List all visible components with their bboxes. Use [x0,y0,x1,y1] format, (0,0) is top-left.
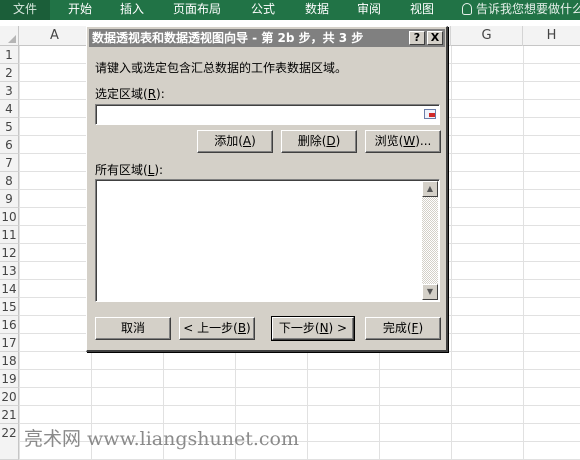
column-header-h[interactable]: H [523,26,580,46]
help-button[interactable]: ? [409,31,425,45]
row-header[interactable]: 15 [0,298,19,316]
row-header[interactable]: 3 [0,82,19,100]
close-button[interactable]: X [427,31,443,45]
back-button[interactable]: < 上一步(B) [179,317,255,340]
tab-page-layout[interactable]: 页面布局 [173,0,221,20]
pivot-wizard-dialog: 数据透视表和数据透视图向导 - 第 2b 步，共 3 步 ? X 请键入或选定包… [86,26,448,352]
tab-data[interactable]: 数据 [305,0,329,20]
tab-file[interactable]: 文件 [0,0,50,20]
row-header[interactable]: 5 [0,118,19,136]
finish-button[interactable]: 完成(F) [365,317,441,340]
all-ranges-label: 所有区域(L): [95,163,164,177]
range-select-icon [424,109,436,119]
row-header[interactable]: 18 [0,352,19,370]
range-label: 选定区域(R): [95,87,165,101]
row-header[interactable]: 22 [0,424,19,460]
tab-home[interactable]: 开始 [68,0,92,20]
row-header[interactable]: 10 [0,208,19,226]
instruction-text: 请键入或选定包含汇总数据的工作表数据区域。 [95,61,348,75]
tab-view[interactable]: 视图 [410,0,434,20]
watermark-text: 亮术网 www.liangshunet.com [24,428,299,450]
tell-me-search[interactable]: 告诉我您想要做什么 [462,0,580,20]
row-header[interactable]: 2 [0,64,19,82]
list-scrollbar[interactable]: ▲ ▼ [422,181,438,300]
tab-review[interactable]: 审阅 [357,0,381,20]
row-header[interactable]: 20 [0,388,19,406]
tab-insert[interactable]: 插入 [120,0,144,20]
row-header[interactable]: 17 [0,334,19,352]
row-header[interactable]: 4 [0,100,19,118]
dialog-titlebar[interactable]: 数据透视表和数据透视图向导 - 第 2b 步，共 3 步 ? X [89,29,445,47]
ribbon-tab-bar: 文件 开始 插入 页面布局 公式 数据 审阅 视图 告诉我您想要做什么 [0,0,580,20]
row-header[interactable]: 9 [0,190,19,208]
scroll-up-icon[interactable]: ▲ [422,181,438,197]
column-header-g[interactable]: G [451,26,523,46]
tell-me-text: 告诉我您想要做什么 [476,2,580,16]
lightbulb-icon [462,3,472,15]
row-header[interactable]: 16 [0,316,19,334]
row-header[interactable]: 12 [0,244,19,262]
row-header[interactable]: 11 [0,226,19,244]
dialog-title: 数据透视表和数据透视图向导 - 第 2b 步，共 3 步 [92,31,364,45]
row-header[interactable]: 1 [0,46,19,64]
row-header[interactable]: 6 [0,136,19,154]
row-header[interactable]: 7 [0,154,19,172]
row-header[interactable]: 8 [0,172,19,190]
delete-button[interactable]: 删除(D) [281,130,357,153]
next-button[interactable]: 下一步(N) > [271,316,355,341]
row-header[interactable]: 21 [0,406,19,424]
tab-formulas[interactable]: 公式 [251,0,275,20]
column-header-a[interactable]: A [19,26,91,46]
row-header[interactable]: 14 [0,280,19,298]
cancel-button[interactable]: 取消 [95,317,171,340]
row-header[interactable]: 13 [0,262,19,280]
browse-button[interactable]: 浏览(W)... [365,130,441,153]
scroll-down-icon[interactable]: ▼ [422,284,438,300]
row-header[interactable]: 19 [0,370,19,388]
add-button[interactable]: 添加(A) [197,130,273,153]
select-all-corner[interactable] [0,26,19,46]
all-ranges-list[interactable]: ▲ ▼ [95,179,440,302]
collapse-dialog-button[interactable] [422,106,438,122]
range-input[interactable] [95,104,440,125]
